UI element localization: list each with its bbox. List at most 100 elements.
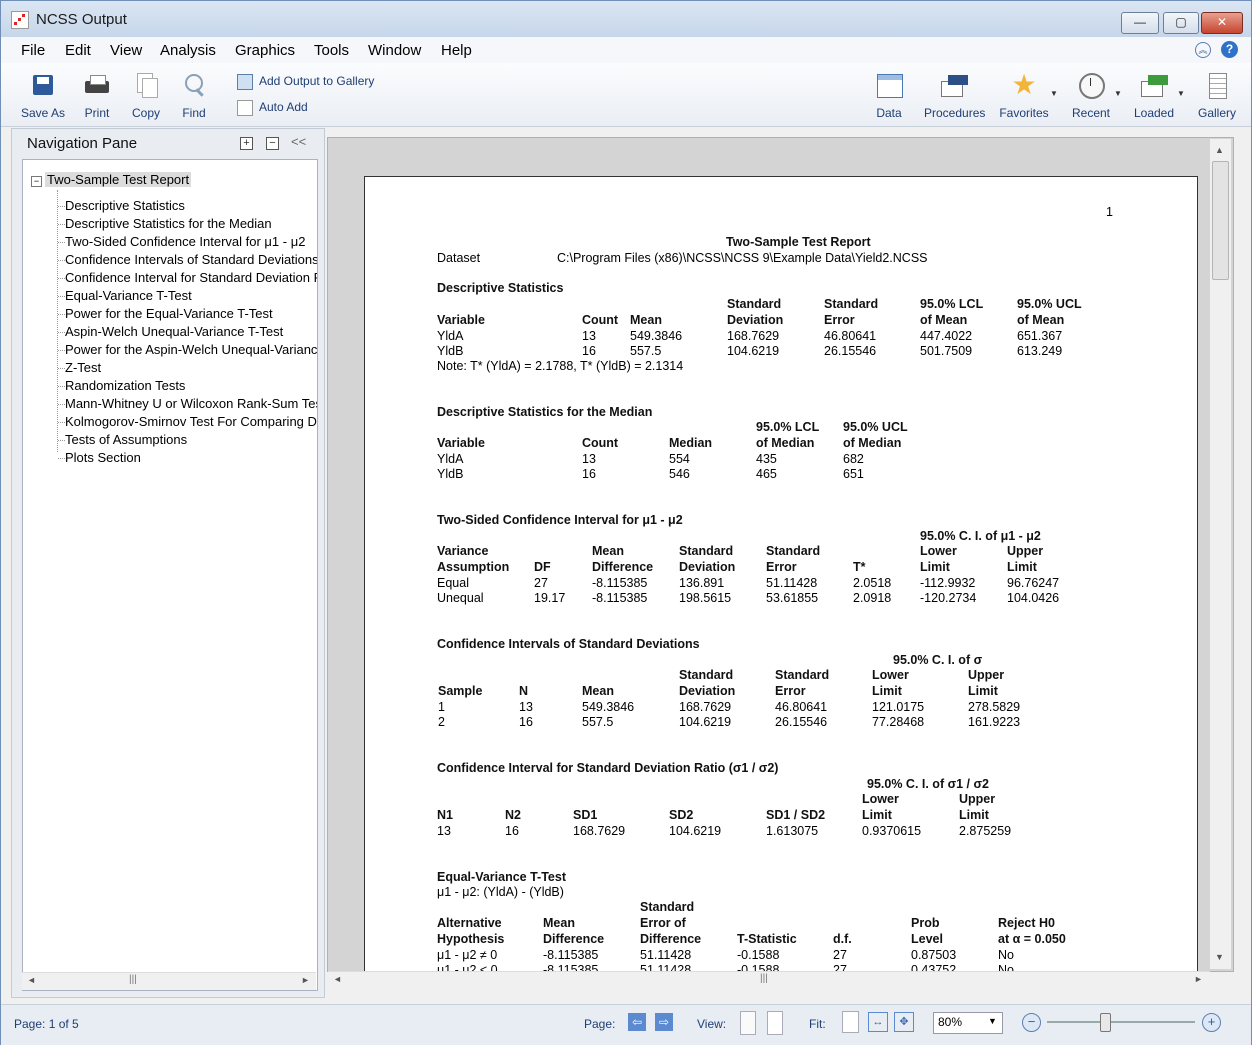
next-page-icon[interactable]: ⇨ (655, 1013, 673, 1031)
menu-edit[interactable]: Edit (65, 42, 91, 59)
recent-dropdown-arrow-icon[interactable]: ▼ (1114, 89, 1122, 98)
column-header: Level (911, 932, 943, 946)
menu-file[interactable]: File (21, 42, 45, 59)
maximize-button[interactable]: ▢ (1163, 12, 1199, 34)
menu-view[interactable]: View (110, 42, 142, 59)
previous-page-icon[interactable]: ⇦ (628, 1013, 646, 1031)
section-heading: Confidence Interval for Standard Deviati… (437, 761, 779, 775)
column-header: Lower (862, 792, 899, 806)
two-page-view-icon[interactable] (767, 1011, 783, 1035)
fit-page-icon[interactable] (842, 1011, 859, 1033)
column-header: Prob (911, 916, 940, 930)
section-subtitle: μ1 - μ2: (YldA) - (YldB) (437, 885, 564, 899)
tree-item[interactable]: Descriptive Statistics for the Median (65, 216, 272, 231)
collapse-ribbon-icon[interactable]: ︽ (1195, 42, 1211, 58)
tree-item[interactable]: Aspin-Welch Unequal-Variance T-Test (65, 324, 283, 339)
loaded-button[interactable]: Loaded (1124, 67, 1184, 120)
menu-help[interactable]: Help (441, 42, 472, 59)
table-cell: 0.9370615 (862, 824, 922, 838)
tree-item[interactable]: Z-Test (65, 360, 101, 375)
single-page-view-icon[interactable] (740, 1011, 756, 1035)
procedures-button[interactable]: Procedures (924, 67, 985, 120)
menu-window[interactable]: Window (368, 42, 421, 59)
scroll-left-icon[interactable]: ◄ (27, 975, 36, 985)
save-as-button[interactable]: Save As (13, 67, 73, 120)
expand-all-icon[interactable]: + (240, 137, 253, 150)
menu-analysis[interactable]: Analysis (160, 42, 216, 59)
tree-item[interactable]: Power for the Aspin-Welch Unequal-Varian… (65, 342, 317, 357)
fit-all-icon[interactable]: ✥ (894, 1012, 914, 1032)
tree-connector (58, 260, 65, 261)
table-cell: μ1 - μ2 ≠ 0 (437, 948, 498, 962)
column-header: 95.0% LCL (920, 297, 984, 311)
report-vertical-scrollbar[interactable]: ▲ ▼ (1210, 139, 1231, 969)
tree-item[interactable]: Confidence Intervals of Standard Deviati… (65, 252, 317, 267)
table-cell: 16 (519, 715, 533, 729)
tree-item[interactable]: Kolmogorov-Smirnov Test For Comparing Di (65, 414, 317, 429)
scroll-right-icon[interactable]: ► (1194, 974, 1203, 984)
tree-collapse-icon[interactable]: − (31, 176, 42, 187)
tree-item[interactable]: Confidence Interval for Standard Deviati… (65, 270, 317, 285)
zoom-slider[interactable] (1047, 1021, 1195, 1023)
scroll-left-icon[interactable]: ◄ (333, 974, 342, 984)
scroll-down-icon[interactable]: ▼ (1215, 952, 1224, 962)
close-button[interactable]: ✕ (1201, 12, 1243, 34)
table-cell: 26.15546 (824, 344, 877, 358)
table-cell: -8.115385 (592, 576, 648, 590)
zoom-slider-thumb[interactable] (1100, 1013, 1111, 1032)
vertical-scroll-thumb[interactable] (1212, 161, 1229, 280)
tree-connector (58, 386, 65, 387)
table-cell: 13 (437, 824, 451, 838)
zoom-in-icon[interactable]: + (1202, 1013, 1221, 1032)
favorites-button[interactable]: ★ Favorites (994, 67, 1054, 121)
zoom-out-icon[interactable]: − (1022, 1013, 1041, 1032)
status-bar: Page: 1 of 5 Page: ⇦ ⇨ View: Fit: ↔ ✥ 80… (1, 1004, 1251, 1045)
minimize-button[interactable]: — (1121, 12, 1159, 34)
favorites-dropdown-arrow-icon[interactable]: ▼ (1050, 89, 1058, 98)
tree-item[interactable]: Equal-Variance T-Test (65, 288, 192, 303)
tree-item[interactable]: Mann-Whitney U or Wilcoxon Rank-Sum Tes (65, 396, 317, 411)
column-header: Standard (679, 544, 734, 558)
gallery-button[interactable]: Gallery (1187, 67, 1247, 120)
add-output-to-gallery-button[interactable]: Add Output to Gallery (237, 74, 374, 90)
table-cell: -0.1588 (737, 948, 780, 962)
column-header: SD2 (669, 808, 694, 822)
loaded-dropdown-arrow-icon[interactable]: ▼ (1177, 89, 1185, 98)
column-header: Limit (1007, 560, 1037, 574)
tree-root-report[interactable]: Two-Sample Test Report (45, 172, 192, 187)
tree-item[interactable]: Plots Section (65, 450, 141, 465)
column-header: of Mean (1017, 313, 1065, 327)
scroll-right-icon[interactable]: ► (301, 975, 310, 985)
column-header: SD1 (573, 808, 598, 822)
table-cell: 96.76247 (1007, 576, 1060, 590)
scroll-thumb-grip-icon[interactable]: ||| (760, 973, 768, 984)
tree-item[interactable]: Descriptive Statistics (65, 198, 185, 213)
tree-item[interactable]: Randomization Tests (65, 378, 185, 393)
fit-width-icon[interactable]: ↔ (868, 1012, 888, 1032)
menu-tools[interactable]: Tools (314, 42, 349, 59)
window-title: NCSS Output (36, 11, 127, 28)
table-cell: Equal (437, 576, 469, 590)
column-header: T* (853, 560, 866, 574)
tree-item[interactable]: Power for the Equal-Variance T-Test (65, 306, 273, 321)
tree-connector (58, 422, 65, 423)
scroll-thumb-grip-icon[interactable]: ||| (129, 974, 137, 985)
collapse-all-icon[interactable]: − (266, 137, 279, 150)
data-button[interactable]: Data (859, 67, 919, 120)
tree-item[interactable]: Tests of Assumptions (65, 432, 187, 447)
report-horizontal-scrollbar[interactable]: ◄ ||| ► (328, 971, 1210, 989)
help-icon[interactable]: ? (1221, 41, 1238, 58)
navigation-horizontal-scrollbar[interactable]: ◄ ||| ► (22, 972, 316, 990)
column-header: DF (534, 560, 551, 574)
column-header: Standard (766, 544, 821, 558)
find-button[interactable]: Find (164, 67, 224, 120)
recent-button[interactable]: Recent (1061, 67, 1121, 120)
tree-item[interactable]: Two-Sided Confidence Interval for μ1 - μ… (65, 234, 305, 249)
auto-add-checkbox[interactable]: Auto Add (237, 100, 308, 116)
zoom-select[interactable]: 80% ▼ (933, 1012, 1003, 1034)
hide-pane-icon[interactable]: << (291, 134, 306, 149)
menu-graphics[interactable]: Graphics (235, 42, 295, 59)
title-bar: NCSS Output — ▢ ✕ (1, 1, 1251, 37)
scroll-up-icon[interactable]: ▲ (1215, 145, 1224, 155)
table-cell: 501.7509 (920, 344, 973, 358)
